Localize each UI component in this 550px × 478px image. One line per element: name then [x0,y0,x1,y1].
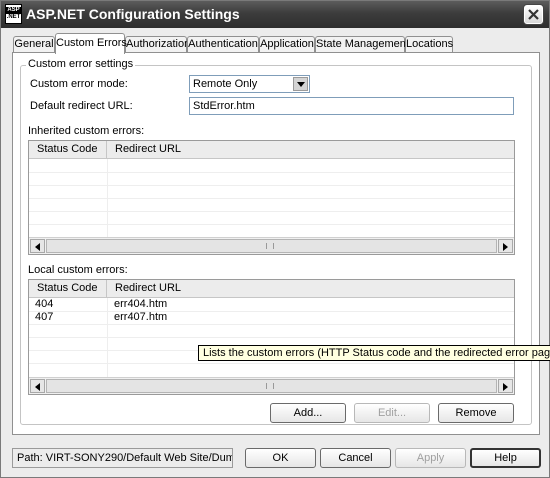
local-list-header: Status Code Redirect URL [29,280,514,298]
window-title: ASP.NET Configuration Settings [26,6,240,22]
grid-line [29,172,514,173]
column-header-status-code[interactable]: Status Code [29,141,107,159]
dropdown-arrow-icon [297,82,305,87]
grid-line [29,363,514,364]
inherited-errors-list[interactable]: Status Code Redirect URL [28,140,515,255]
grid-line [29,185,514,186]
apply-button[interactable]: Apply [395,448,466,468]
tooltip: Lists the custom errors (HTTP Status cod… [198,345,550,361]
scroll-thumb[interactable] [46,239,497,253]
tab-locations[interactable]: Locations [405,36,453,53]
tab-authentication[interactable]: Authentication [187,36,259,53]
group-caption: Custom error settings [26,58,136,70]
tab-authorization[interactable]: Authorization [125,36,190,53]
remove-button[interactable]: Remove [438,403,514,423]
inherited-errors-label: Inherited custom errors: [28,125,145,137]
local-errors-list[interactable]: Status Code Redirect URL 404 err404.htm … [28,279,515,395]
grid-line [29,224,514,225]
grid-line [29,311,514,312]
add-button[interactable]: Add... [270,403,346,423]
app-icon-text-bottom: .NET [6,14,21,21]
help-button[interactable]: Help [470,448,541,468]
column-header-redirect-url[interactable]: Redirect URL [107,141,514,159]
grid-line [29,337,514,338]
local-errors-label: Local custom errors: [28,264,128,276]
dialog-window: ASP .NET ASP.NET Configuration Settings … [0,0,550,478]
scroll-right-button[interactable] [498,239,513,253]
custom-error-mode-label: Custom error mode: [30,78,128,90]
custom-error-mode-select[interactable]: Remote Only [189,75,310,93]
app-icon: ASP .NET [5,4,22,24]
custom-error-mode-value: Remote Only [193,78,258,90]
dropdown-arrow-button[interactable] [293,77,308,91]
column-header-redirect-url[interactable]: Redirect URL [107,280,514,298]
inherited-list-header: Status Code Redirect URL [29,141,514,159]
scroll-right-icon [503,243,508,251]
tab-state-management[interactable]: State Management [315,36,409,53]
scroll-right-button[interactable] [498,379,513,393]
ok-button[interactable]: OK [245,448,316,468]
scroll-left-button[interactable] [30,379,45,393]
title-bar[interactable]: ASP .NET ASP.NET Configuration Settings [1,1,549,28]
close-button[interactable] [524,5,543,24]
scroll-left-icon [35,243,40,251]
default-redirect-label: Default redirect URL: [30,100,133,112]
app-icon-text-top: ASP [6,7,21,14]
redirect-url-cell: err404.htm [114,298,168,310]
scroll-grip [266,243,274,249]
local-horizontal-scrollbar[interactable] [29,377,514,394]
grid-line [29,324,514,325]
status-code-cell: 404 [35,298,54,310]
tab-custom-errors[interactable]: Custom Errors [55,33,127,54]
tab-general[interactable]: General [13,36,55,53]
scroll-left-button[interactable] [30,239,45,253]
path-display: Path: VIRT-SONY290/Default Web Site/Dumm… [12,448,233,468]
scroll-thumb[interactable] [46,379,497,393]
edit-button[interactable]: Edit... [354,403,430,423]
grid-line [29,211,514,212]
status-code-cell: 407 [35,311,54,323]
scroll-left-icon [35,383,40,391]
tab-application[interactable]: Application [259,36,315,53]
default-redirect-input[interactable]: StdError.htm [189,97,514,115]
scroll-right-icon [503,383,508,391]
scroll-grip [266,383,274,389]
redirect-url-cell: err407.htm [114,311,168,323]
close-icon [528,9,539,20]
inherited-horizontal-scrollbar[interactable] [29,237,514,254]
cancel-button[interactable]: Cancel [320,448,391,468]
column-header-status-code[interactable]: Status Code [29,280,107,298]
grid-line [29,198,514,199]
